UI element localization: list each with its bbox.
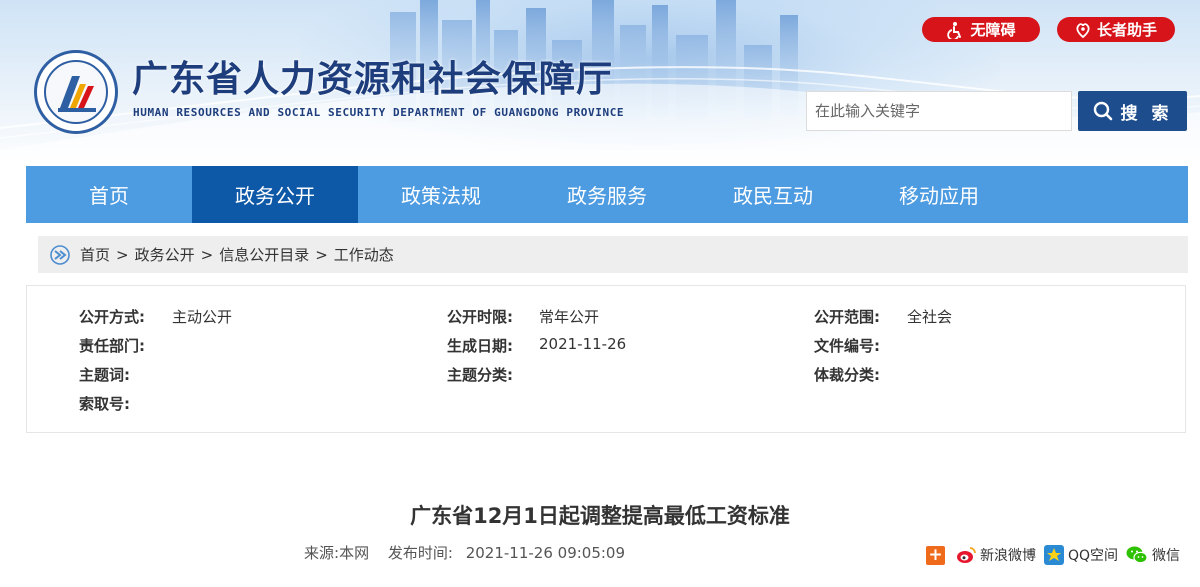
breadcrumb-separator: > bbox=[116, 245, 129, 264]
share-wechat-button[interactable]: 微信 bbox=[1126, 545, 1180, 565]
disclosure-info-panel: 公开方式: 主动公开 责任部门: 主题词: 索取号: 公开时限: 常年公开 生成… bbox=[26, 285, 1186, 433]
share-qzone-button[interactable]: QQ空间 bbox=[1044, 545, 1118, 565]
publish-time-value: 2021-11-26 09:05:09 bbox=[465, 544, 626, 562]
breadcrumb-separator: > bbox=[315, 245, 328, 264]
article-title: 广东省12月1日起调整提高最低工资标准 bbox=[410, 504, 790, 528]
date-label: 生成日期: bbox=[447, 337, 513, 355]
share-wechat-label: 微信 bbox=[1152, 548, 1181, 564]
share-bar: + 新浪微博 QQ空间 微信 bbox=[926, 544, 1180, 566]
open-method-value: 主动公开 bbox=[172, 308, 233, 326]
nav-item-mobile-apps[interactable]: 移动应用 bbox=[856, 166, 1022, 223]
share-weibo-button[interactable]: 新浪微博 bbox=[956, 545, 1036, 565]
logo-emblem-ring bbox=[44, 60, 108, 124]
genre-label: 体裁分类: bbox=[814, 366, 880, 384]
elder-assistant-label: 长者助手 bbox=[1096, 21, 1157, 39]
department-logo bbox=[34, 50, 118, 134]
source-value: 本网 bbox=[339, 544, 370, 562]
accessibility-icon bbox=[947, 21, 962, 39]
search-button-label: 搜 索 bbox=[1120, 103, 1173, 124]
nav-item-policies-regulations[interactable]: 政策法规 bbox=[358, 166, 524, 223]
publish-time-label: 发布时间: bbox=[387, 544, 453, 562]
open-period-label: 公开时限: bbox=[447, 308, 513, 326]
breadcrumb-info-catalog[interactable]: 信息公开目录 bbox=[219, 244, 309, 265]
location-icon bbox=[50, 244, 70, 265]
open-scope-value: 全社会 bbox=[907, 308, 953, 326]
article-meta: 来源:本网 发布时间: 2021-11-26 09:05:09 bbox=[304, 542, 625, 563]
doc-number-label: 文件编号: bbox=[814, 337, 880, 355]
site-subtitle: HUMAN RESOURCES AND SOCIAL SECURITY DEPA… bbox=[133, 106, 625, 119]
nav-item-public-interaction[interactable]: 政民互动 bbox=[690, 166, 856, 223]
keywords-label: 主题词: bbox=[79, 366, 130, 384]
breadcrumb-separator: > bbox=[200, 245, 214, 264]
share-weibo-label: 新浪微博 bbox=[980, 548, 1036, 564]
search-icon bbox=[1093, 101, 1112, 121]
accessibility-button[interactable]: 无障碍 bbox=[922, 17, 1040, 42]
date-value: 2021-11-26 bbox=[539, 335, 627, 353]
nav-item-home[interactable]: 首页 bbox=[26, 166, 192, 223]
breadcrumb-home[interactable]: 首页 bbox=[80, 244, 110, 265]
weibo-icon bbox=[957, 547, 976, 563]
elder-assistant-button[interactable]: 长者助手 bbox=[1057, 17, 1175, 42]
qzone-icon bbox=[1044, 545, 1064, 565]
share-more-button[interactable]: + bbox=[926, 545, 945, 565]
search-input[interactable] bbox=[806, 91, 1072, 131]
share-qzone-label: QQ空间 bbox=[1068, 548, 1119, 564]
elder-assistant-icon bbox=[1076, 22, 1090, 38]
logo-emblem-icon bbox=[58, 76, 96, 112]
site-title: 广东省人力资源和社会保障厅 bbox=[132, 59, 614, 100]
department-label: 责任部门: bbox=[79, 337, 145, 355]
open-scope-label: 公开范围: bbox=[814, 308, 880, 326]
accessibility-label: 无障碍 bbox=[970, 21, 1016, 39]
open-method-label: 公开方式: bbox=[79, 308, 145, 326]
site-header: 广东省人力资源和社会保障厅 HUMAN RESOURCES AND SOCIAL… bbox=[0, 0, 1200, 166]
source-label: 来源: bbox=[304, 544, 340, 562]
main-nav: 首页 政务公开 政策法规 政务服务 政民互动 移动应用 bbox=[26, 166, 1188, 223]
search-button[interactable]: 搜 索 bbox=[1078, 91, 1187, 131]
breadcrumb-gov-affairs[interactable]: 政务公开 bbox=[135, 244, 195, 265]
breadcrumb-work-news[interactable]: 工作动态 bbox=[334, 244, 394, 265]
wechat-icon bbox=[1126, 546, 1148, 564]
nav-item-gov-services[interactable]: 政务服务 bbox=[524, 166, 690, 223]
breadcrumb: 首页 > 政务公开 > 信息公开目录 > 工作动态 bbox=[38, 236, 1188, 273]
category-label: 主题分类: bbox=[447, 366, 513, 384]
open-period-value: 常年公开 bbox=[539, 308, 600, 326]
nav-item-gov-affairs-disclosure[interactable]: 政务公开 bbox=[192, 166, 358, 223]
index-number-label: 索取号: bbox=[79, 395, 130, 413]
